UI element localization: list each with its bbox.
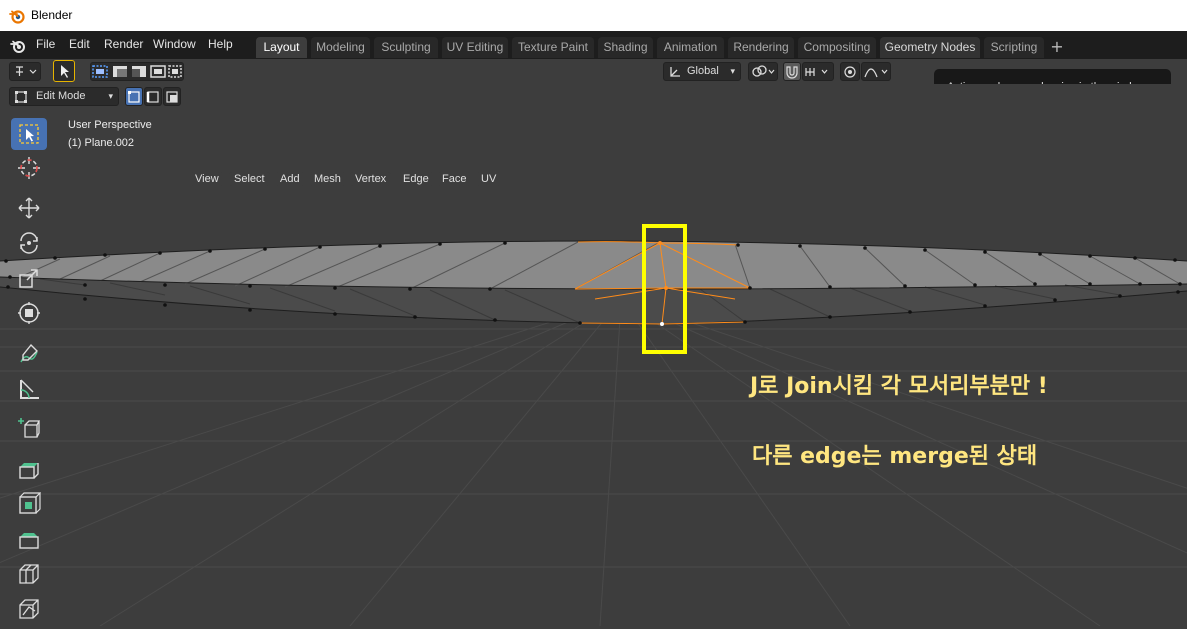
- annotation-line-2: 다른 edge는 merge된 상태: [752, 444, 1038, 469]
- selection-mode-group: [90, 62, 184, 81]
- tool-select-box[interactable]: [11, 118, 47, 150]
- orientation-axes-icon: [670, 67, 680, 77]
- face-select-icon: [166, 91, 178, 103]
- tool-annotate[interactable]: [11, 338, 47, 370]
- orientation-label: Global: [687, 65, 719, 77]
- extrude-icon: [19, 463, 39, 479]
- top-bar: File Edit Render Window Help Layout Mode…: [0, 31, 1187, 59]
- bevel-icon: [19, 533, 39, 549]
- tool-loop-cut[interactable]: [11, 558, 47, 590]
- menu-file[interactable]: File: [36, 37, 55, 51]
- scale-icon: [19, 269, 38, 288]
- tool-inset[interactable]: [11, 488, 47, 520]
- falloff-dropdown[interactable]: [861, 62, 891, 81]
- vertex-select-mode[interactable]: [125, 87, 143, 106]
- 3d-viewport[interactable]: User Perspective (1) Plane.002 J로 Join시킴…: [0, 109, 1187, 627]
- tool-scale[interactable]: [11, 262, 47, 294]
- measure-ruler-icon: [20, 379, 39, 399]
- select-mode-button[interactable]: [53, 60, 75, 82]
- selection-mode-icons[interactable]: [91, 63, 183, 80]
- annotation-line-1: J로 Join시킴 각 모서리부분만 !: [750, 374, 1048, 399]
- magnet-icon: [786, 66, 798, 79]
- tool-transform[interactable]: [11, 297, 47, 329]
- tool-add-cube[interactable]: [11, 413, 47, 445]
- blender-logo-icon: [9, 10, 25, 24]
- add-workspace-icon[interactable]: +: [1048, 37, 1066, 58]
- transform-icon: [18, 302, 40, 324]
- proportional-editing-toggle[interactable]: [840, 62, 860, 81]
- edge-select-icon: [146, 91, 159, 103]
- move-arrows-icon: [18, 197, 40, 219]
- tab-texture-paint[interactable]: Texture Paint: [512, 37, 594, 58]
- knife-icon: [19, 599, 39, 619]
- blender-menu-icon[interactable]: [10, 38, 26, 54]
- viewport-header: Edit Mode ▾ View Select Add Mesh Vertex …: [0, 84, 1187, 186]
- vertex-select-icon: [128, 91, 140, 103]
- edge-select-mode[interactable]: [144, 87, 162, 106]
- tab-modeling[interactable]: Modeling: [311, 37, 370, 58]
- tab-layout[interactable]: Layout: [256, 37, 307, 58]
- tool-rotate[interactable]: [11, 227, 47, 259]
- snap-increment-icon: [805, 68, 828, 76]
- tool-extrude[interactable]: [11, 453, 47, 485]
- tool-cursor[interactable]: [11, 152, 47, 184]
- selected-vertex-top: [658, 241, 662, 245]
- active-vertex: [660, 322, 664, 326]
- tab-rendering[interactable]: Rendering: [728, 37, 794, 58]
- tab-scripting[interactable]: Scripting: [984, 37, 1044, 58]
- transform-orientation-dropdown[interactable]: Global ▾: [663, 62, 741, 81]
- loop-cut-icon: [19, 564, 39, 584]
- chevron-down-icon: ▾: [730, 66, 735, 76]
- window-title: Blender: [31, 8, 73, 22]
- inset-faces-icon: [19, 492, 41, 514]
- falloff-curve-icon: [864, 68, 888, 78]
- snap-toggle[interactable]: [783, 62, 801, 81]
- rotate-icon: [20, 232, 38, 254]
- pivot-point-dropdown[interactable]: [748, 62, 778, 81]
- add-cube-icon: [18, 418, 41, 438]
- object-type-visibility-dropdown[interactable]: [9, 62, 41, 81]
- snap-target-dropdown[interactable]: [802, 62, 834, 81]
- proportional-circle-icon: [844, 66, 856, 78]
- viewport-object-label: (1) Plane.002: [68, 137, 135, 149]
- mode-dropdown[interactable]: Edit Mode ▾: [9, 87, 119, 106]
- tab-geometry-nodes[interactable]: Geometry Nodes: [880, 37, 980, 58]
- pivot-icon: [16, 66, 37, 76]
- menu-help[interactable]: Help: [208, 37, 233, 51]
- face-select-mode[interactable]: [163, 87, 181, 106]
- menu-window[interactable]: Window: [153, 37, 196, 51]
- tab-uv-editing[interactable]: UV Editing: [442, 37, 508, 58]
- chevron-down-icon: ▾: [108, 91, 113, 101]
- selected-vertex-mid: [664, 286, 668, 290]
- window-titlebar: Blender: [0, 0, 1187, 31]
- tab-sculpting[interactable]: Sculpting: [374, 37, 438, 58]
- annotate-pencil-icon: [20, 343, 38, 363]
- floor-grid: [0, 318, 1187, 627]
- edit-mode-icon: [15, 91, 27, 103]
- tool-bevel[interactable]: [11, 523, 47, 555]
- link-pivot-icon: [752, 65, 775, 77]
- tab-compositing[interactable]: Compositing: [798, 37, 876, 58]
- menu-edit[interactable]: Edit: [69, 37, 90, 51]
- menu-render[interactable]: Render: [104, 37, 143, 51]
- tab-animation[interactable]: Animation: [657, 37, 724, 58]
- tool-measure[interactable]: [11, 373, 47, 405]
- cursor-arrow-icon: [61, 65, 69, 78]
- select-box-icon: [19, 124, 39, 144]
- mode-label: Edit Mode: [36, 90, 86, 102]
- tool-move[interactable]: [11, 192, 47, 224]
- viewport-perspective-label: User Perspective: [68, 119, 152, 131]
- cursor-crosshair-icon: [18, 157, 40, 179]
- tab-shading[interactable]: Shading: [598, 37, 653, 58]
- tool-knife[interactable]: [11, 593, 47, 625]
